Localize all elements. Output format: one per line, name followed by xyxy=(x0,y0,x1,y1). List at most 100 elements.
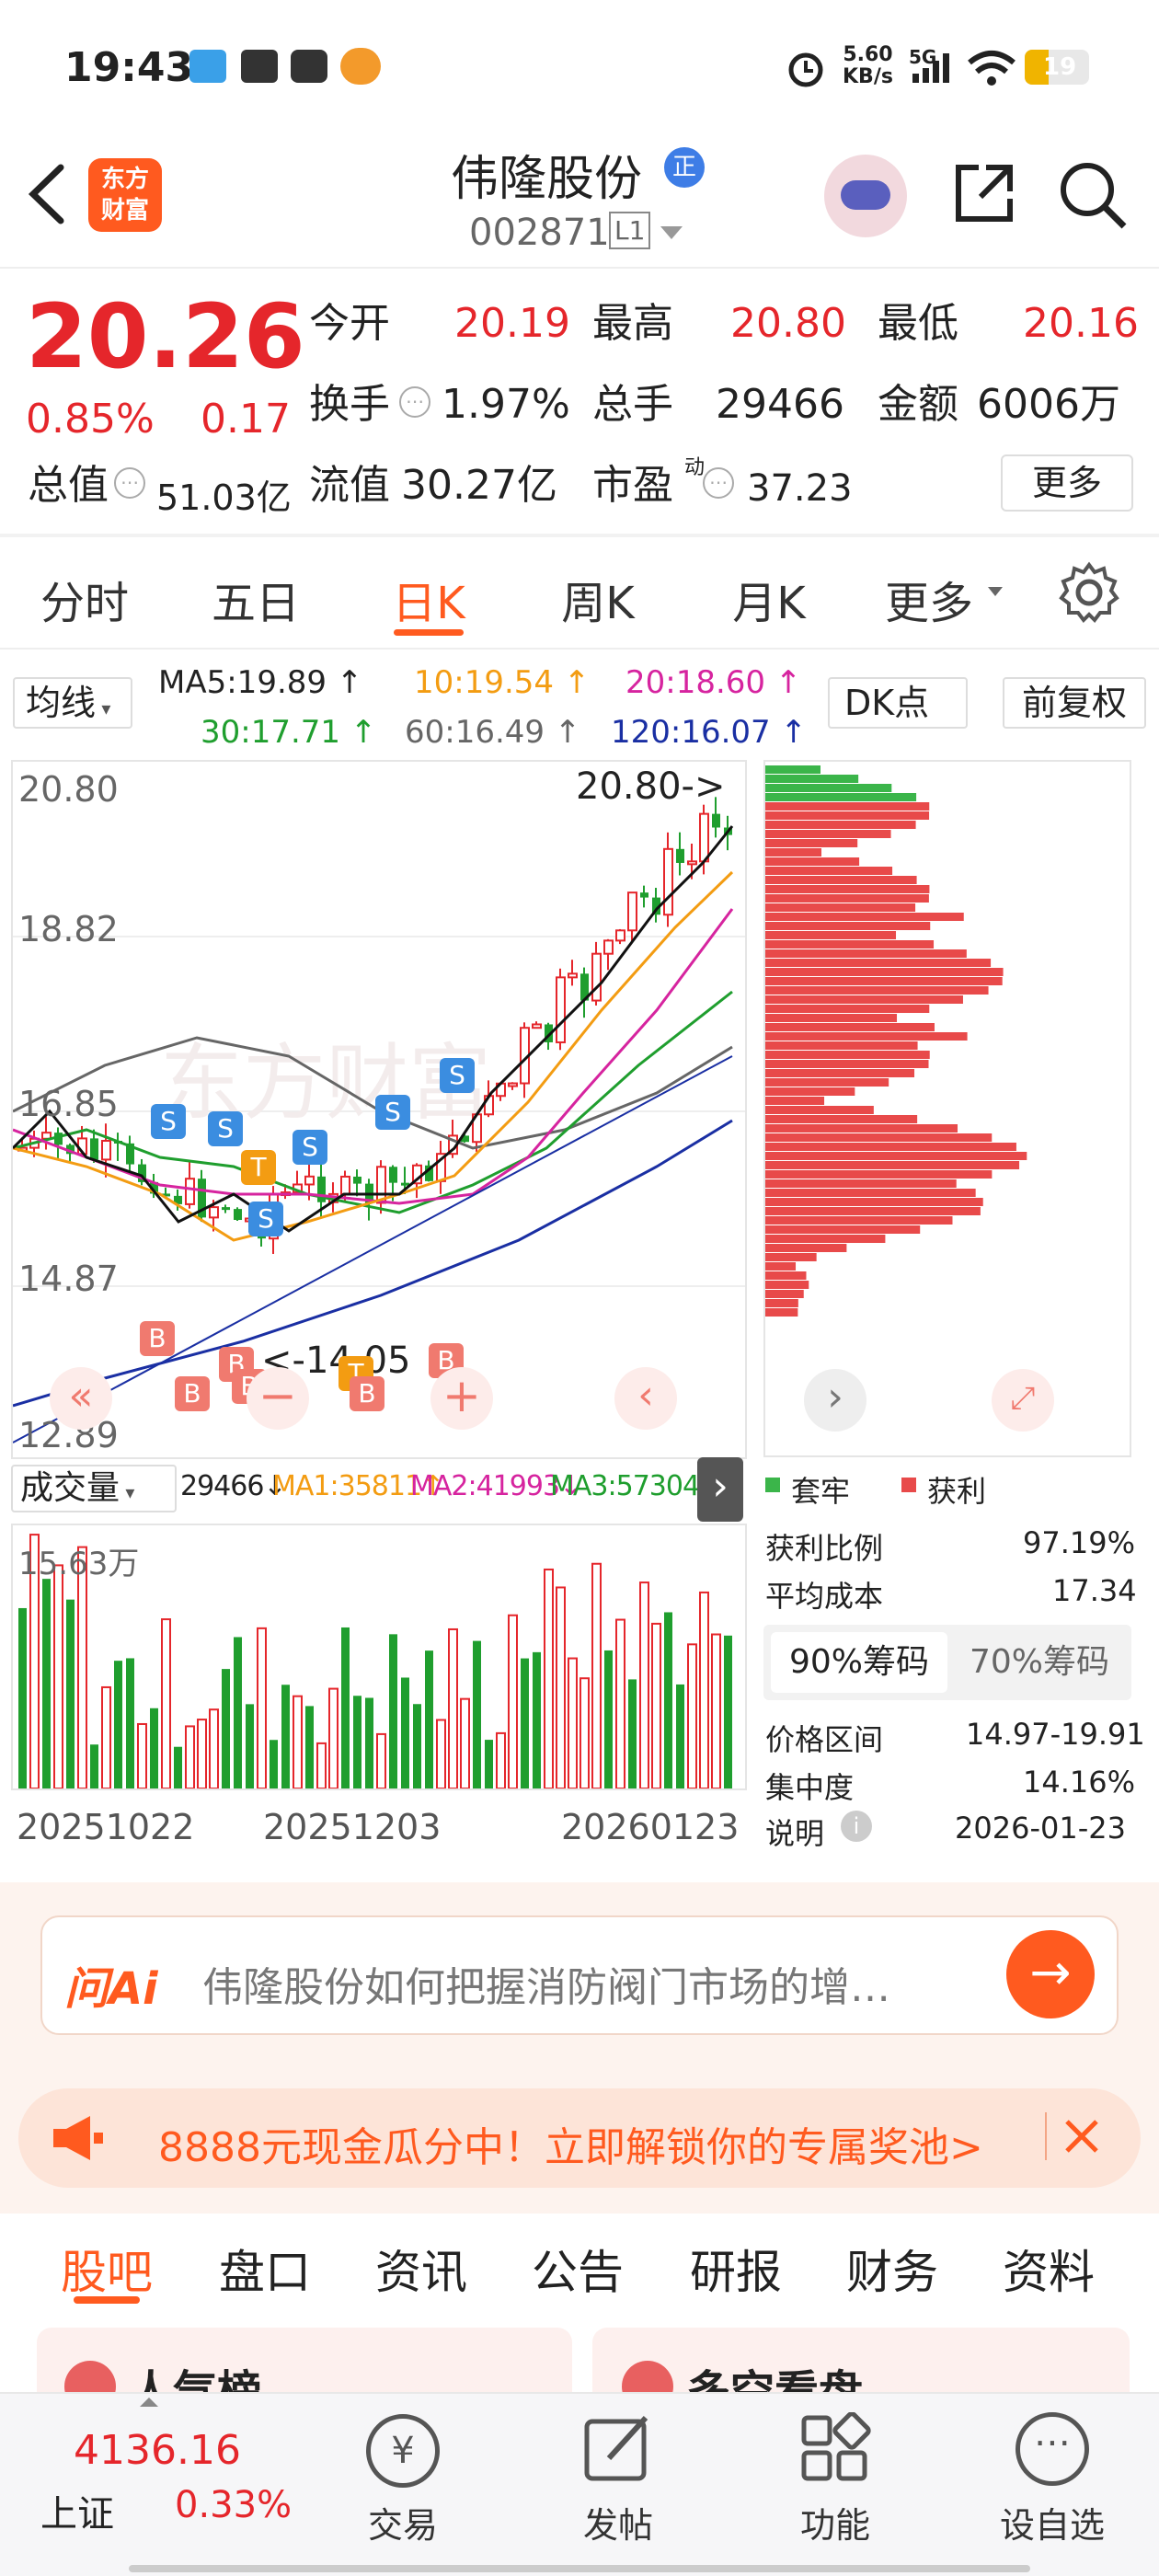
trade-icon[interactable]: ¥ xyxy=(366,2414,440,2488)
chip-bar xyxy=(765,867,893,875)
active-subtab-indicator xyxy=(74,2296,140,2304)
ai-robot-icon[interactable] xyxy=(824,155,907,237)
sell-signal[interactable]: S xyxy=(440,1058,475,1093)
more-button[interactable]: 更多 xyxy=(1001,454,1133,512)
back-icon[interactable] xyxy=(26,162,66,226)
volume-bar xyxy=(53,1564,63,1789)
scroll-start-button[interactable]: « xyxy=(50,1367,112,1430)
tab-daily-k[interactable]: 日K xyxy=(355,567,502,631)
info-icon[interactable]: ⋯ xyxy=(703,467,734,499)
volume-value: 29466 xyxy=(716,381,844,428)
change-percent: 0.85% xyxy=(26,396,155,443)
tab-monthly-k[interactable]: 月K xyxy=(695,567,843,631)
volume-bar xyxy=(316,1742,327,1789)
volume-bar xyxy=(270,1740,278,1788)
level-badge[interactable]: L1 xyxy=(609,212,651,249)
ma5-line xyxy=(11,825,734,1233)
zoom-in-button[interactable]: + xyxy=(430,1367,493,1430)
buy-signal[interactable]: B xyxy=(140,1321,175,1356)
subtab-pankou[interactable]: 盘口 xyxy=(219,2236,311,2302)
index-value[interactable]: 4136.16 xyxy=(74,2427,241,2474)
tab-5day[interactable]: 五日 xyxy=(182,567,329,631)
subtab-finance[interactable]: 财务 xyxy=(846,2236,938,2302)
nav-functions[interactable]: 功能 xyxy=(762,2497,909,2547)
level-dropdown-icon[interactable] xyxy=(659,224,684,243)
chip-tab-90[interactable]: 90%筹码 xyxy=(771,1632,947,1693)
turnover-label: 换手 xyxy=(309,381,390,428)
volume-chart[interactable]: 15.63万 xyxy=(11,1524,747,1790)
close-icon[interactable] xyxy=(1063,2118,1100,2155)
subtab-research[interactable]: 研报 xyxy=(690,2236,782,2302)
post-icon[interactable] xyxy=(581,2412,655,2486)
chip-bar xyxy=(765,949,967,958)
chip-bar xyxy=(765,1299,798,1307)
nav-add-watchlist[interactable]: 设自选 xyxy=(979,2497,1126,2547)
expand-indicators-button[interactable]: › xyxy=(697,1457,743,1522)
subtab-news[interactable]: 资讯 xyxy=(375,2236,467,2302)
ma-selector[interactable]: 均线 ▾ xyxy=(13,677,132,729)
game-notification-icon xyxy=(340,48,381,85)
ai-send-button[interactable]: → xyxy=(1006,1930,1095,2018)
adjust-selector[interactable]: 前复权 xyxy=(1003,677,1146,729)
info-icon[interactable]: i xyxy=(841,1811,872,1842)
volume-bar xyxy=(664,1612,672,1788)
y-label-max: 20.80 xyxy=(18,769,119,810)
volume-bar xyxy=(281,1685,290,1788)
watchlist-icon[interactable]: ⋯ xyxy=(1016,2412,1089,2486)
buy-signal[interactable]: B xyxy=(350,1376,384,1411)
chip-next-button[interactable]: › xyxy=(804,1369,866,1432)
kline-chart[interactable]: 东方财富 20.80 18.82 16.85 14.87 12.89 20.80… xyxy=(11,760,747,1459)
dropdown-icon[interactable] xyxy=(986,585,1004,598)
sell-signal[interactable]: S xyxy=(248,1202,283,1236)
expand-icon[interactable]: ⤢ xyxy=(992,1369,1054,1432)
volume-bar xyxy=(496,1731,506,1790)
sell-signal[interactable]: S xyxy=(293,1130,327,1165)
chip-bar xyxy=(765,1106,874,1114)
buy-signal[interactable]: B xyxy=(175,1376,210,1411)
app-logo: 东方 财富 xyxy=(88,158,162,232)
high-value: 20.80 xyxy=(730,300,846,347)
chip-distribution-chart[interactable]: › ⤢ xyxy=(763,760,1131,1457)
info-icon[interactable]: ⋯ xyxy=(399,386,430,418)
nav-trade[interactable]: 交易 xyxy=(329,2497,476,2547)
sell-signal[interactable]: S xyxy=(375,1095,410,1130)
volume-bar xyxy=(376,1732,386,1790)
nav-post[interactable]: 发帖 xyxy=(545,2497,692,2547)
functions-icon[interactable] xyxy=(798,2412,872,2486)
expand-up-icon[interactable] xyxy=(138,2396,160,2409)
t-signal[interactable]: T xyxy=(241,1150,276,1185)
candle xyxy=(508,1082,518,1087)
subtab-guba[interactable]: 股吧 xyxy=(61,2236,153,2302)
volume-indicator-selector[interactable]: 成交量 ▾ xyxy=(11,1465,177,1512)
ai-prompt-text[interactable]: 伟隆股份如何把握消防阀门市场的增… xyxy=(202,1954,890,2013)
volume-bar xyxy=(448,1627,458,1789)
tab-more[interactable]: 更多 xyxy=(874,567,984,631)
scroll-left-button[interactable]: ‹ xyxy=(614,1367,677,1430)
subtab-announcements[interactable]: 公告 xyxy=(532,2236,624,2302)
candle xyxy=(90,1138,98,1160)
profit-ratio-label: 获利比例 xyxy=(765,1531,884,1566)
wifi-icon xyxy=(966,48,1017,88)
sell-signal[interactable]: S xyxy=(151,1104,186,1139)
candle xyxy=(556,976,566,1043)
tab-intraday[interactable]: 分时 xyxy=(11,567,158,631)
promo-text[interactable]: 8888元现金瓜分中！立即解锁你的专属奖池> xyxy=(158,2114,983,2173)
share-icon[interactable] xyxy=(951,160,1017,226)
sell-signal[interactable]: S xyxy=(208,1111,243,1146)
settings-gear-icon[interactable] xyxy=(1058,561,1120,624)
chip-bar xyxy=(765,1069,915,1077)
volume-bar xyxy=(341,1627,350,1788)
search-icon[interactable] xyxy=(1058,160,1128,230)
chip-bar xyxy=(765,1216,953,1225)
chip-bar xyxy=(765,1198,983,1206)
subtab-profile[interactable]: 资料 xyxy=(1003,2236,1095,2302)
date-label: 20251022 xyxy=(17,1807,195,1847)
chip-tab-70[interactable]: 70%筹码 xyxy=(953,1632,1126,1693)
dk-point-selector[interactable]: DK点 xyxy=(828,677,968,729)
tab-weekly-k[interactable]: 周K xyxy=(524,567,671,631)
zoom-out-button[interactable]: − xyxy=(247,1367,309,1430)
volume-bar xyxy=(137,1722,147,1789)
chip-bar xyxy=(765,857,860,866)
chip-bar xyxy=(765,1078,889,1087)
info-icon[interactable]: ⋯ xyxy=(114,467,145,499)
